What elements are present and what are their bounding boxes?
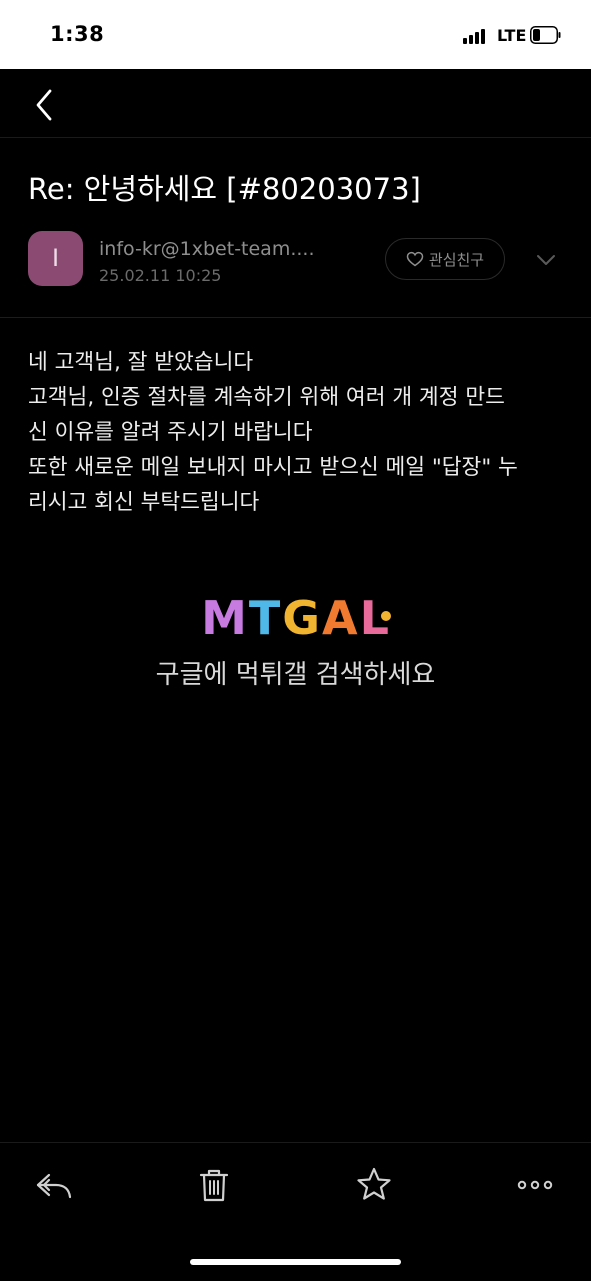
sent-date: 25.02.11 10:25 <box>99 266 222 285</box>
body-line: 고객님, 인증 절차를 계속하기 위해 여러 개 계정 만드 <box>28 385 505 410</box>
body-line: 또한 새로운 메일 보내지 마시고 받으신 메일 "답장" 누 <box>28 455 518 480</box>
signal-strength-icon <box>463 28 493 44</box>
star-icon[interactable] <box>352 1163 396 1207</box>
nav-bar <box>0 69 591 138</box>
chevron-down-icon[interactable] <box>534 252 558 268</box>
favorite-friend-label: 관심친구 <box>428 250 485 269</box>
watermark: MTGAL 구글에 먹튀갤 검색하세요 <box>0 590 591 691</box>
heart-icon <box>406 251 424 267</box>
chevron-left-icon[interactable] <box>28 85 64 125</box>
sender-address[interactable]: info-kr@1xbet-team.... <box>99 238 315 260</box>
mtgal-logo: MTGAL <box>201 591 391 642</box>
email-body: 네 고객님, 잘 받았습니다 고객님, 인증 절차를 계속하기 위해 여러 개 … <box>28 345 573 520</box>
favorite-friend-button[interactable]: 관심친구 <box>385 238 505 280</box>
home-indicator[interactable] <box>190 1259 401 1265</box>
body-line: 리시고 회신 부탁드립니다 <box>28 490 260 515</box>
watermark-caption: 구글에 먹튀갤 검색하세요 <box>155 660 436 690</box>
trash-icon[interactable] <box>192 1163 236 1207</box>
svg-text:MTGAL: MTGAL <box>201 591 391 642</box>
status-bar: 1:38 LTE <box>0 0 591 69</box>
body-line: 네 고객님, 잘 받았습니다 <box>28 350 254 375</box>
sender-avatar[interactable]: I <box>28 231 83 286</box>
status-time: 1:38 <box>50 22 105 46</box>
more-icon[interactable] <box>513 1163 557 1207</box>
battery-icon <box>530 26 561 44</box>
header-divider <box>0 317 591 318</box>
email-subject: Re: 안녕하세요 [#80203073] <box>28 172 421 206</box>
reply-icon[interactable] <box>32 1163 76 1207</box>
body-line: 신 이유를 알려 주시기 바랍니다 <box>28 420 313 445</box>
network-type: LTE <box>497 26 527 45</box>
